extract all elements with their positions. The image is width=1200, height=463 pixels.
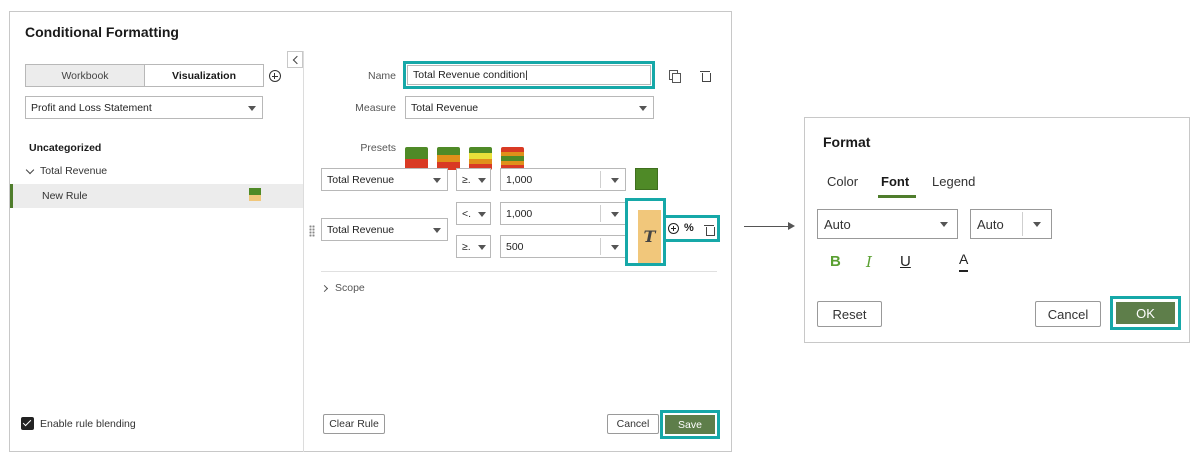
dialog-title: Conditional Formatting bbox=[25, 24, 179, 40]
rule2-operator1-select[interactable]: <. bbox=[456, 202, 491, 225]
tree-parent-total-revenue[interactable]: Total Revenue bbox=[25, 165, 108, 177]
scope-label: Scope bbox=[335, 282, 365, 294]
ok-button[interactable]: OK bbox=[1116, 302, 1175, 324]
report-select-value: Profit and Loss Statement bbox=[31, 101, 152, 114]
font-family-value: Auto bbox=[824, 216, 851, 232]
conditional-formatting-dialog: Conditional Formatting Workbook Visualiz… bbox=[9, 11, 732, 452]
rule1-operator-value: ≥. bbox=[462, 173, 471, 186]
font-format-swatch[interactable]: T bbox=[638, 210, 661, 263]
format-dialog: Format Color Font Legend Auto Auto B I U… bbox=[804, 117, 1190, 343]
chevron-down-icon bbox=[611, 177, 619, 183]
percent-icon[interactable]: % bbox=[684, 222, 694, 234]
drag-handle-icon[interactable] bbox=[309, 225, 315, 237]
separator bbox=[321, 271, 717, 272]
arrow-head bbox=[788, 222, 795, 230]
chevron-down-icon bbox=[940, 222, 948, 227]
copy-icon[interactable] bbox=[669, 70, 681, 83]
segment-visualization[interactable]: Visualization bbox=[145, 65, 263, 86]
rule1-value: 1,000 bbox=[506, 173, 533, 186]
segment-workbook[interactable]: Workbook bbox=[26, 65, 145, 86]
presets-label: Presets bbox=[360, 142, 396, 154]
separator bbox=[600, 205, 601, 222]
name-input-value: Total Revenue condition bbox=[413, 69, 526, 81]
scope-expander[interactable]: Scope bbox=[320, 282, 365, 294]
rule1-operator-select[interactable]: ≥. bbox=[456, 168, 491, 191]
font-color-button[interactable]: A bbox=[959, 251, 969, 270]
checkbox-icon[interactable] bbox=[21, 417, 34, 430]
collapse-left-icon[interactable] bbox=[287, 51, 303, 68]
measure-label: Measure bbox=[355, 102, 396, 114]
rule2-operator2-select[interactable]: ≥. bbox=[456, 235, 491, 258]
rule1-color-swatch[interactable] bbox=[635, 168, 658, 190]
font-size-value: Auto bbox=[977, 216, 1004, 232]
name-label: Name bbox=[367, 70, 396, 82]
chevron-down-icon bbox=[433, 227, 441, 233]
preset-four-color[interactable] bbox=[469, 147, 492, 170]
rule2-measure-select[interactable]: Total Revenue bbox=[321, 218, 448, 241]
measure-select[interactable]: Total Revenue bbox=[405, 96, 654, 119]
reset-button[interactable]: Reset bbox=[817, 301, 882, 327]
rule2-operator2-value: ≥. bbox=[462, 240, 471, 253]
name-input[interactable]: Total Revenue condition | bbox=[407, 65, 651, 85]
measure-select-value: Total Revenue bbox=[411, 101, 479, 114]
rule-color-swatch bbox=[249, 188, 261, 201]
separator bbox=[1022, 212, 1023, 236]
format-cancel-button[interactable]: Cancel bbox=[1035, 301, 1101, 327]
trash-icon[interactable] bbox=[704, 224, 715, 236]
tab-legend[interactable]: Legend bbox=[932, 174, 975, 189]
tab-font[interactable]: Font bbox=[881, 174, 909, 189]
chevron-down-icon bbox=[1033, 222, 1041, 227]
tree-parent-label: Total Revenue bbox=[40, 165, 108, 177]
chevron-right-icon bbox=[320, 284, 329, 292]
rule1-measure-value: Total Revenue bbox=[327, 173, 395, 186]
rule2-value1-input[interactable]: 1,000 bbox=[500, 202, 626, 225]
enable-blending-label: Enable rule blending bbox=[40, 418, 136, 430]
font-size-select[interactable]: Auto bbox=[970, 209, 1052, 239]
underline-button[interactable]: U bbox=[900, 253, 911, 270]
rule2-value2: 500 bbox=[506, 240, 524, 253]
tab-color[interactable]: Color bbox=[827, 174, 858, 189]
separator bbox=[600, 171, 601, 188]
italic-button[interactable]: I bbox=[866, 253, 872, 271]
rule2-value1: 1,000 bbox=[506, 207, 533, 220]
preset-five-color[interactable] bbox=[501, 147, 524, 170]
rule1-measure-select[interactable]: Total Revenue bbox=[321, 168, 448, 191]
chevron-down-icon bbox=[25, 165, 35, 174]
rule1-value-input[interactable]: 1,000 bbox=[500, 168, 626, 191]
clear-rule-button[interactable]: Clear Rule bbox=[323, 414, 385, 434]
chevron-down-icon bbox=[433, 177, 441, 183]
rule2-operator1-value: <. bbox=[462, 207, 472, 220]
font-family-select[interactable]: Auto bbox=[817, 209, 958, 239]
preset-green-orange-red[interactable] bbox=[437, 147, 460, 170]
trash-icon[interactable] bbox=[700, 70, 711, 82]
chevron-down-icon bbox=[639, 105, 647, 111]
active-tab-indicator bbox=[878, 195, 916, 198]
section-label: Uncategorized bbox=[29, 142, 102, 154]
scope-segmented-control: Workbook Visualization bbox=[25, 64, 264, 87]
add-circle-icon[interactable] bbox=[269, 70, 281, 82]
format-title: Format bbox=[823, 134, 871, 150]
separator bbox=[600, 238, 601, 255]
arrow-right-icon bbox=[744, 226, 790, 228]
report-select[interactable]: Profit and Loss Statement bbox=[25, 96, 263, 119]
chevron-down-icon bbox=[611, 244, 619, 250]
chevron-down-icon bbox=[478, 177, 486, 183]
cancel-button[interactable]: Cancel bbox=[607, 414, 659, 434]
chevron-down-icon bbox=[478, 244, 486, 250]
save-button[interactable]: Save bbox=[665, 415, 715, 434]
bold-button[interactable]: B bbox=[830, 253, 841, 270]
tree-item-label: New Rule bbox=[42, 190, 88, 202]
chevron-down-icon bbox=[611, 211, 619, 217]
rule2-measure-value: Total Revenue bbox=[327, 223, 395, 236]
preset-green-red[interactable] bbox=[405, 147, 428, 170]
panel-divider bbox=[303, 51, 304, 452]
add-condition-icon[interactable] bbox=[668, 223, 679, 234]
chevron-down-icon bbox=[248, 105, 256, 111]
chevron-down-icon bbox=[478, 211, 486, 217]
rule2-value2-input[interactable]: 500 bbox=[500, 235, 626, 258]
